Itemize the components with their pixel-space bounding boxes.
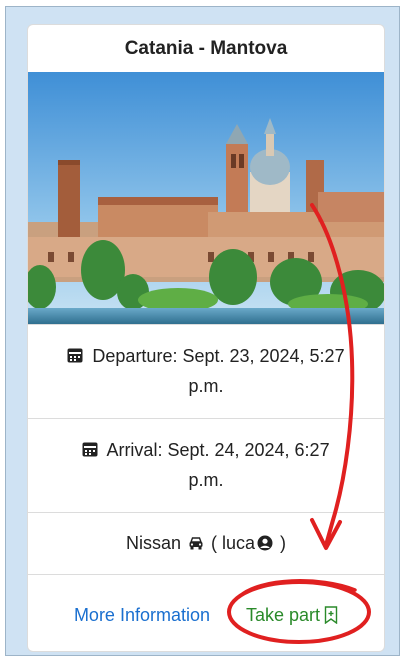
departure-text: Departure: Sept. 23, 2024, 5:27: [92, 346, 345, 366]
take-part-link[interactable]: Take part: [246, 600, 338, 630]
departure-row: Departure: Sept. 23, 2024, 5:27 p.m.: [28, 324, 384, 418]
actions-row: More Information Take part: [28, 574, 384, 651]
departure-text-cont: p.m.: [188, 376, 224, 396]
user-circle-icon: [255, 533, 275, 553]
trip-title: Catania - Mantova: [124, 38, 288, 59]
city-skyline-photo: [28, 72, 384, 324]
calendar-icon: [82, 440, 106, 460]
take-part-label: Take part: [246, 604, 321, 625]
more-information-link[interactable]: More Information: [74, 600, 210, 630]
car-icon: [186, 533, 211, 553]
trip-card: Catania - Mantova Departure: Sept. 23, 2…: [27, 24, 385, 652]
driver-open: ( luca: [211, 533, 256, 553]
vehicle-brand: Nissan: [125, 533, 181, 553]
driver-close: ): [275, 533, 287, 553]
arrival-text: Arrival: Sept. 24, 2024, 6:27: [106, 440, 330, 460]
arrival-text-cont: p.m.: [188, 470, 224, 490]
calendar-icon: [67, 346, 92, 366]
bookmark-plus-icon: [320, 605, 338, 625]
vehicle-row: Nissan ( luca ): [28, 512, 384, 574]
arrival-row: Arrival: Sept. 24, 2024, 6:27 p.m.: [28, 418, 384, 512]
